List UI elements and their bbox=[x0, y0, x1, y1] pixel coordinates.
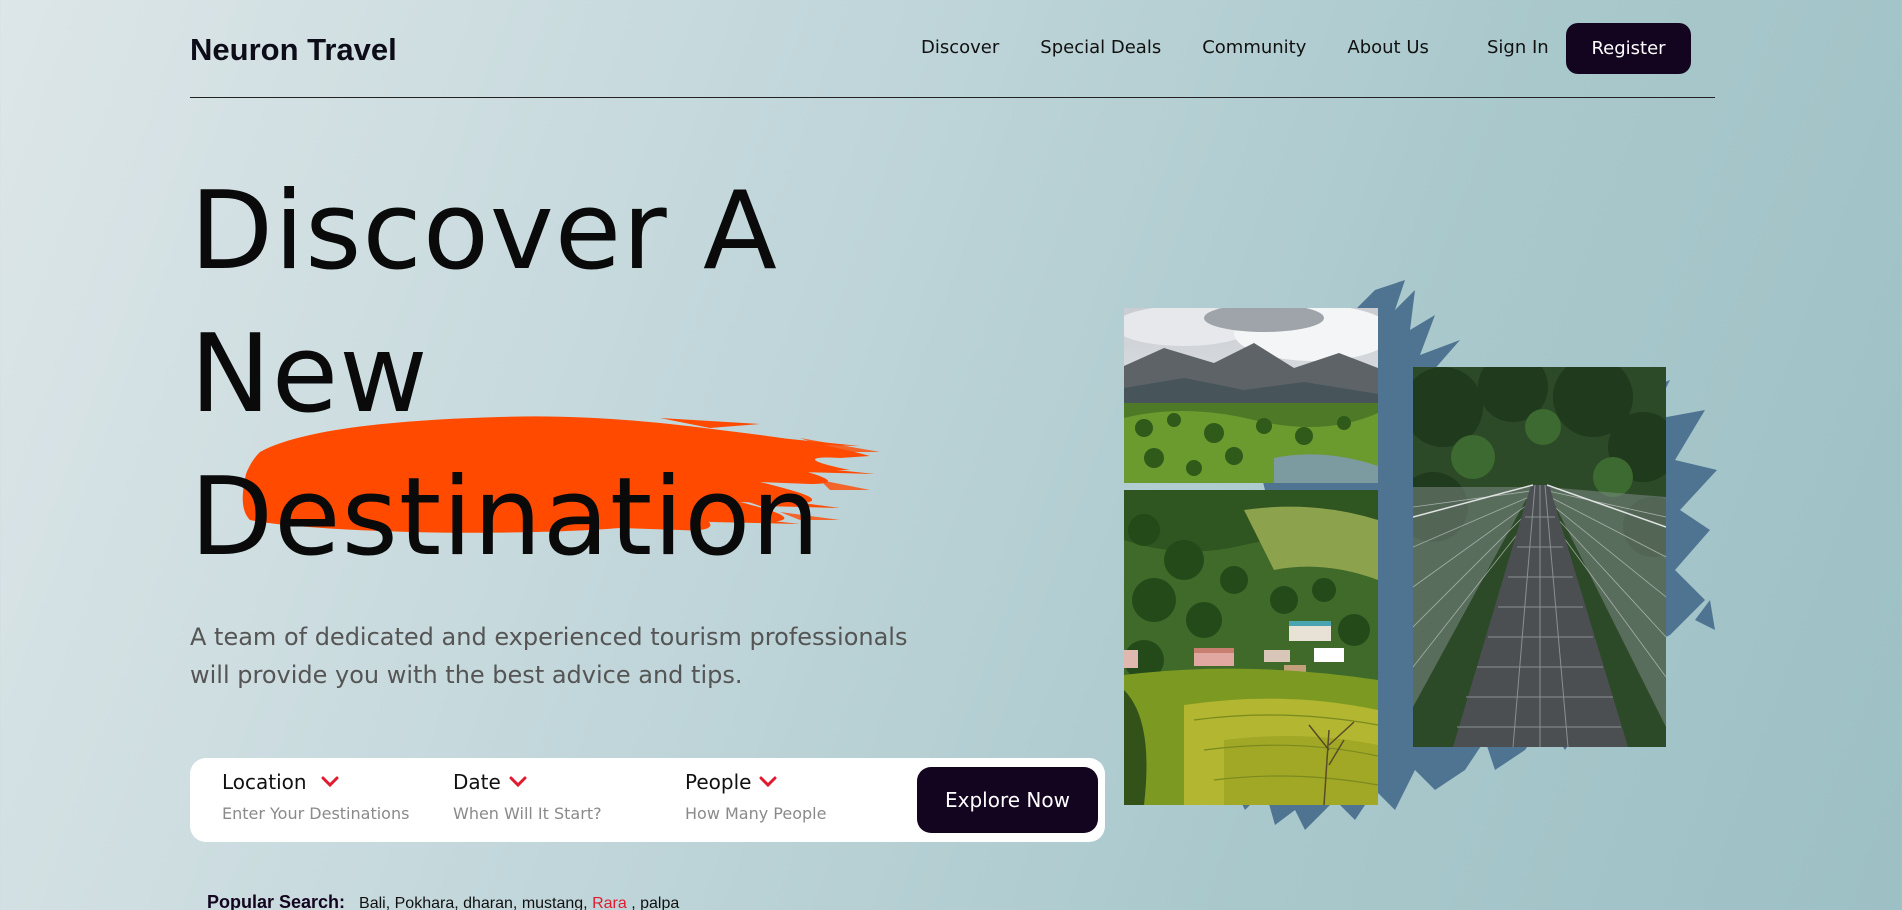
hillside-village-photo bbox=[1124, 490, 1378, 805]
people-label: People bbox=[685, 770, 752, 794]
sign-in-link[interactable]: Sign In bbox=[1487, 37, 1549, 58]
popular-search-list: Bali, Pokhara, dharan, mustang, Rara , p… bbox=[359, 895, 679, 910]
location-label: Location bbox=[222, 770, 307, 794]
register-button[interactable]: Register bbox=[1566, 23, 1691, 74]
top-navbar: Neuron Travel Discover Special Deals Com… bbox=[190, 0, 1715, 98]
people-placeholder: How Many People bbox=[685, 804, 827, 823]
people-label-row[interactable]: People bbox=[685, 770, 826, 794]
date-label-row[interactable]: Date bbox=[453, 770, 602, 794]
popular-search-items[interactable]: Bali, Pokhara, dharan, mustang, bbox=[359, 895, 588, 910]
date-field[interactable]: Date When Will It Start? bbox=[453, 770, 602, 823]
chevron-down-icon[interactable] bbox=[321, 775, 339, 789]
popular-search-label: Popular Search: bbox=[207, 892, 346, 910]
nav-links: Discover Special Deals Community About U… bbox=[921, 37, 1470, 58]
hero-title: Discover A New Destination bbox=[190, 160, 821, 589]
popular-search-items-after[interactable]: , palpa bbox=[631, 895, 679, 910]
date-label: Date bbox=[453, 770, 501, 794]
search-box: Location Enter Your Destinations Date Wh… bbox=[190, 758, 1105, 842]
popular-search: Popular Search: Bali, Pokhara, dharan, m… bbox=[207, 892, 679, 910]
chevron-down-icon[interactable] bbox=[759, 775, 777, 789]
location-label-row[interactable]: Location bbox=[222, 770, 409, 794]
date-placeholder: When Will It Start? bbox=[453, 804, 602, 823]
location-placeholder: Enter Your Destinations bbox=[222, 804, 410, 823]
hero-title-line-2: New bbox=[190, 312, 429, 437]
nav-link-discover[interactable]: Discover bbox=[921, 37, 999, 58]
mountain-valley-photo bbox=[1124, 308, 1378, 483]
location-field[interactable]: Location Enter Your Destinations bbox=[222, 770, 409, 823]
suspension-bridge-photo bbox=[1413, 367, 1666, 747]
popular-search-highlight[interactable]: Rara bbox=[592, 895, 627, 910]
hero-subtitle: A team of dedicated and experienced tour… bbox=[190, 623, 908, 689]
people-field[interactable]: People How Many People bbox=[685, 770, 826, 823]
chevron-down-icon[interactable] bbox=[509, 775, 527, 789]
nav-link-special-deals[interactable]: Special Deals bbox=[1040, 37, 1161, 58]
explore-now-button[interactable]: Explore Now bbox=[917, 767, 1098, 833]
hero-title-line-3: Destination bbox=[190, 455, 821, 580]
nav-link-community[interactable]: Community bbox=[1202, 37, 1306, 58]
hero-title-line-1: Discover A bbox=[190, 169, 778, 294]
logo[interactable]: Neuron Travel bbox=[190, 32, 397, 68]
nav-link-about-us[interactable]: About Us bbox=[1347, 37, 1429, 58]
